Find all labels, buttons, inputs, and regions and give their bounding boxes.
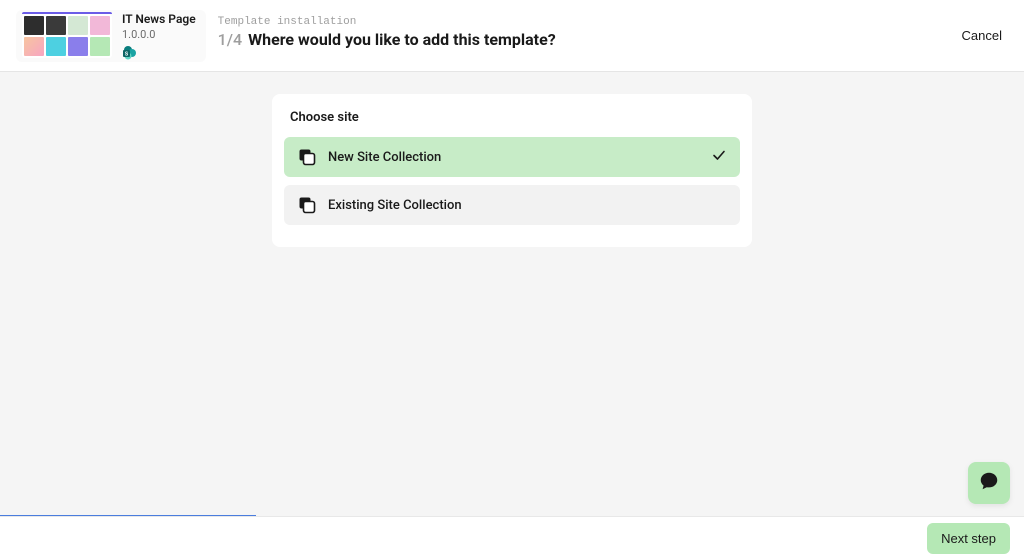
next-step-button[interactable]: Next step <box>927 523 1010 554</box>
chat-button[interactable] <box>968 462 1010 504</box>
wizard-title: Where would you like to add this templat… <box>248 30 556 49</box>
collection-icon <box>298 196 316 214</box>
collection-icon <box>298 148 316 166</box>
step-count: 1/4 <box>218 30 242 49</box>
option-label: New Site Collection <box>328 150 441 165</box>
choose-site-panel: Choose site New Site Collection Existing… <box>272 94 752 247</box>
chat-icon <box>978 470 1000 496</box>
option-existing-site-collection[interactable]: Existing Site Collection <box>284 185 740 225</box>
template-thumbnail <box>22 14 112 58</box>
cancel-button[interactable]: Cancel <box>956 22 1008 49</box>
option-label: Existing Site Collection <box>328 198 462 213</box>
header-bar: IT News Page 1.0.0.0 S Template installa… <box>0 0 1024 72</box>
template-card: IT News Page 1.0.0.0 S <box>16 10 206 62</box>
sharepoint-icon: S <box>122 45 138 61</box>
main-content: Choose site New Site Collection Existing… <box>0 72 1024 247</box>
option-new-site-collection[interactable]: New Site Collection <box>284 137 740 177</box>
template-version: 1.0.0.0 <box>122 28 196 41</box>
check-icon <box>712 148 726 166</box>
panel-title: Choose site <box>284 110 740 137</box>
wizard-subtitle: Template installation <box>218 16 556 28</box>
footer-bar: Next step <box>0 516 1024 560</box>
template-name: IT News Page <box>122 12 196 26</box>
template-info: IT News Page 1.0.0.0 S <box>122 12 196 61</box>
wizard-heading: Template installation 1/4 Where would yo… <box>218 10 556 49</box>
